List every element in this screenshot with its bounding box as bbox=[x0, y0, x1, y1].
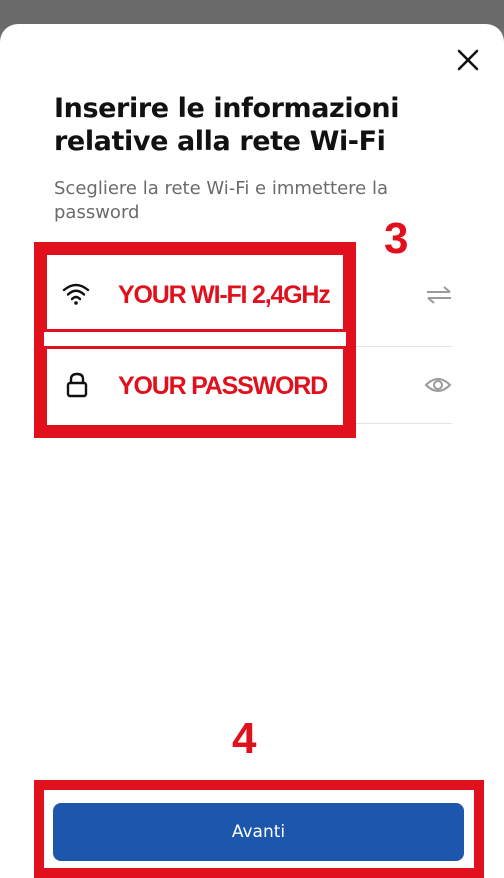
page-title: Inserire le informazioni relative alla r… bbox=[54, 93, 400, 157]
wifi-icon bbox=[62, 283, 90, 305]
wifi-ssid-value: YOUR WI-FI 2,4GHz bbox=[118, 281, 331, 309]
page-subtitle: Scegliere la rete Wi-Fi e immettere la p… bbox=[54, 178, 389, 223]
wifi-password-field[interactable]: YOUR PASSWORD bbox=[54, 354, 454, 418]
next-button[interactable]: Avanti bbox=[53, 803, 464, 861]
swap-arrows-icon[interactable] bbox=[424, 286, 454, 304]
step-4-annotation: 4 bbox=[232, 714, 257, 763]
wifi-row-divider bbox=[356, 346, 452, 347]
password-row-divider bbox=[356, 423, 452, 424]
wifi-password-value: YOUR PASSWORD bbox=[118, 372, 328, 400]
step-3-annotation: 3 bbox=[384, 214, 409, 263]
close-icon bbox=[457, 49, 479, 71]
close-button[interactable] bbox=[452, 44, 484, 76]
lock-icon bbox=[66, 372, 88, 398]
eye-icon[interactable] bbox=[424, 376, 452, 394]
wifi-ssid-field[interactable]: YOUR WI-FI 2,4GHz bbox=[54, 262, 454, 326]
